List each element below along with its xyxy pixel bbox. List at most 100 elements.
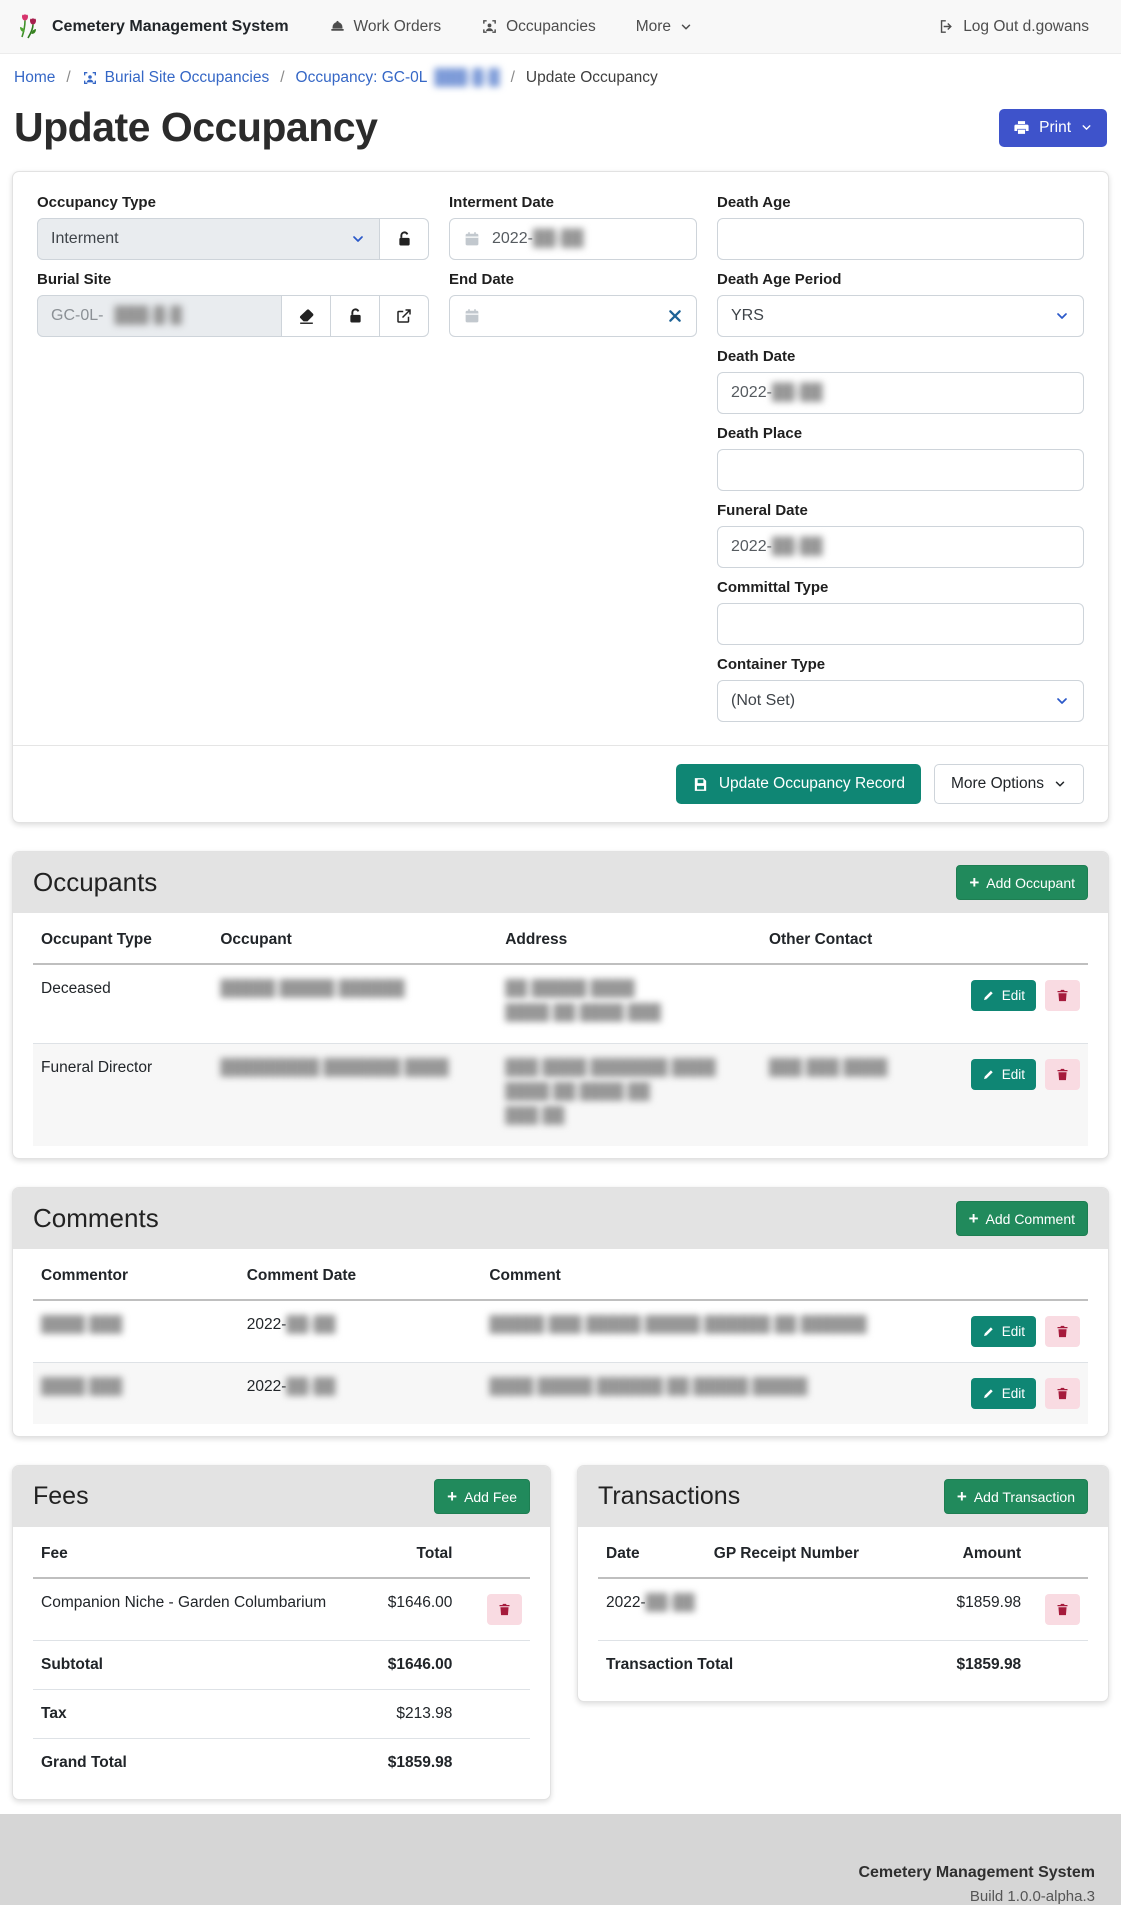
column-header: Amount [912, 1531, 1030, 1578]
breadcrumb-separator: / [280, 69, 284, 87]
edit-occupant-button[interactable]: Edit [971, 980, 1036, 1011]
plus-icon: + [957, 1488, 967, 1505]
chevron-down-icon [679, 20, 693, 34]
redacted-text: █████████ ███████ ████ [220, 1059, 448, 1076]
table-row: 2022-██-██ $1859.98 [598, 1578, 1088, 1641]
burial-site-clear-button[interactable] [282, 295, 331, 337]
update-occupancy-record-button[interactable]: Update Occupancy Record [676, 764, 921, 804]
delete-occupant-button[interactable] [1045, 1059, 1080, 1090]
occupants-card: Occupants + Add Occupant Occupant Type O… [12, 851, 1109, 1159]
occupancy-type-lock-button[interactable] [380, 218, 429, 260]
trash-icon [1055, 1386, 1070, 1401]
delete-occupant-button[interactable] [1045, 980, 1080, 1011]
lock-open-icon [346, 307, 365, 326]
add-fee-button[interactable]: + Add Fee [434, 1479, 530, 1514]
column-header: GP Receipt Number [706, 1531, 912, 1578]
print-button[interactable]: Print [999, 109, 1107, 147]
redacted-text: ██-██ [286, 1378, 335, 1395]
trash-icon [1055, 1067, 1070, 1082]
death-date-input[interactable]: 2022-██-██ [717, 372, 1084, 414]
printer-icon [1013, 119, 1030, 136]
nav-more[interactable]: More [630, 17, 699, 37]
column-header [1029, 1531, 1088, 1578]
column-header [961, 1253, 1088, 1300]
add-transaction-button[interactable]: + Add Transaction [944, 1479, 1088, 1514]
delete-transaction-button[interactable] [1045, 1594, 1080, 1625]
occupancy-type-select[interactable]: Interment [37, 218, 380, 260]
redacted-text: ████ ██ ████ ███ [505, 1004, 753, 1022]
nav-occupancies[interactable]: Occupancies [475, 17, 602, 37]
end-date-clear-button[interactable] [667, 308, 683, 324]
table-row: Companion Niche - Garden Columbarium $16… [33, 1578, 530, 1641]
funeral-date-label: Funeral Date [717, 502, 1084, 519]
delete-comment-button[interactable] [1045, 1316, 1080, 1347]
death-age-label: Death Age [717, 194, 1084, 211]
eraser-icon [297, 307, 316, 326]
burial-site-lock-button[interactable] [331, 295, 380, 337]
table-row: Deceased █████ █████ ██████ ██ █████ ███… [33, 964, 1088, 1044]
death-age-input[interactable] [717, 218, 1084, 260]
end-date-label: End Date [449, 271, 697, 288]
column-header: Date [598, 1531, 706, 1578]
comments-card: Comments + Add Comment Commentor Comment… [12, 1187, 1109, 1437]
redacted-text: ███ ██ [505, 1107, 753, 1125]
transactions-table: Date GP Receipt Number Amount 2022-██-██… [598, 1531, 1088, 1689]
comments-table: Commentor Comment Date Comment ████ ███ … [33, 1253, 1088, 1424]
nav-logout[interactable]: Log Out d.gowans [932, 17, 1095, 37]
table-row: ████ ███ 2022-██-██ ████ █████ ██████ ██… [33, 1363, 1088, 1425]
redacted-text: ██ █████ ████ [505, 980, 753, 998]
interment-date-label: Interment Date [449, 194, 697, 211]
gp-receipt-number [706, 1578, 912, 1641]
pencil-icon [982, 989, 995, 1002]
trash-icon [1055, 1602, 1070, 1617]
chevron-down-icon [350, 231, 366, 247]
chevron-down-icon [1054, 308, 1070, 324]
delete-fee-button[interactable] [487, 1594, 522, 1625]
edit-comment-button[interactable]: Edit [971, 1316, 1036, 1347]
burial-site-input[interactable]: GC-0L-███-█-█ [37, 295, 282, 337]
funeral-date-input[interactable]: 2022-██-██ [717, 526, 1084, 568]
breadcrumb-home[interactable]: Home [14, 69, 55, 87]
calendar-icon [463, 307, 481, 325]
plus-icon: + [969, 874, 979, 891]
delete-comment-button[interactable] [1045, 1378, 1080, 1409]
nav-work-orders-label: Work Orders [354, 18, 442, 36]
container-type-select[interactable]: (Not Set) [717, 680, 1084, 722]
chevron-down-icon [1053, 777, 1067, 791]
more-options-button[interactable]: More Options [934, 764, 1084, 804]
fees-subtotal-row: Subtotal $1646.00 [33, 1641, 530, 1690]
add-comment-button[interactable]: + Add Comment [956, 1201, 1088, 1236]
edit-occupant-button[interactable]: Edit [971, 1059, 1036, 1090]
nav-work-orders[interactable]: Work Orders [323, 17, 448, 37]
redacted-text: ███ ████ ███████ ████ [505, 1059, 753, 1077]
add-occupant-button[interactable]: + Add Occupant [956, 865, 1088, 900]
column-header: Occupant [212, 917, 497, 964]
committal-type-input[interactable] [717, 603, 1084, 645]
lock-open-icon [395, 230, 414, 249]
committal-type-label: Committal Type [717, 579, 1084, 596]
column-header: Comment [481, 1253, 961, 1300]
hard-hat-icon [329, 18, 346, 35]
burial-site-open-link-button[interactable] [380, 295, 429, 337]
breadcrumb: Home / Burial Site Occupancies / Occupan… [0, 54, 1121, 100]
fees-grand-total-row: Grand Total $1859.98 [33, 1739, 530, 1788]
death-age-period-select[interactable]: YRS [717, 295, 1084, 337]
trash-icon [1055, 1324, 1070, 1339]
transaction-total-row: Transaction Total $1859.98 [598, 1641, 1088, 1690]
pencil-icon [982, 1068, 995, 1081]
pencil-icon [982, 1387, 995, 1400]
breadcrumb-burial-site-occupancies[interactable]: Burial Site Occupancies [82, 69, 270, 87]
breadcrumb-occupancy[interactable]: Occupancy: GC-0L███-█-█ [296, 69, 500, 87]
interment-date-input[interactable]: 2022-██-██ [449, 218, 697, 260]
table-row: Funeral Director █████████ ███████ ████ … [33, 1044, 1088, 1147]
fee-name: Companion Niche - Garden Columbarium [33, 1578, 341, 1641]
death-place-input[interactable] [717, 449, 1084, 491]
occupants-table: Occupant Type Occupant Address Other Con… [33, 917, 1088, 1146]
occupant-type: Funeral Director [33, 1044, 212, 1147]
redacted-text: ██-██ [772, 538, 823, 555]
end-date-input[interactable] [449, 295, 697, 337]
edit-comment-button[interactable]: Edit [971, 1378, 1036, 1409]
redacted-text: ████ ███ [41, 1316, 122, 1333]
fees-table: Fee Total Companion Niche - Garden Colum… [33, 1531, 530, 1787]
redacted-text: ██-██ [533, 230, 584, 247]
